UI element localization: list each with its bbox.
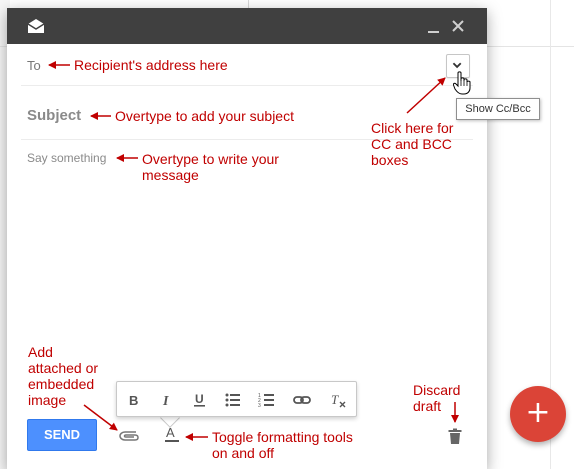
svg-text:A: A [166,425,175,440]
annotation-attach-line2: attached or [28,360,99,376]
annotation-attach-line3: embedded [28,376,95,392]
svg-text:I: I [162,394,169,408]
envelope-open-icon [28,19,44,33]
message-body-field[interactable]: Say something [27,151,106,165]
clear-formatting-icon[interactable]: T [330,392,348,408]
to-field[interactable]: To [27,58,41,73]
subject-field[interactable]: Subject [27,107,81,124]
annotation-toggle-line1: Toggle formatting tools [212,429,353,445]
link-icon[interactable] [293,392,311,408]
annotation-message-line2: message [142,167,199,183]
annotation-toggle-line2: on and off [212,445,275,461]
annotation-message-line1: Overtype to write your [142,151,279,167]
annotation-subject: Overtype to add your subject [115,108,294,124]
text-format-icon[interactable]: A [164,425,180,443]
bold-icon[interactable]: B [125,392,143,408]
annotation-ccbcc-line2: CC and BCC [371,136,452,152]
send-button[interactable]: SEND [27,419,97,451]
annotation-ccbcc-line1: Click here for [371,120,454,136]
svg-text:U: U [195,392,204,406]
minimize-icon[interactable] [427,20,441,34]
numbered-list-icon[interactable]: 1 2 3 [258,392,276,408]
svg-text:3: 3 [258,403,261,408]
annotation-attach-line1: Add [28,344,53,360]
hand-cursor-icon [453,71,471,95]
close-icon[interactable] [450,18,466,34]
svg-text:T: T [331,392,339,407]
cc-bcc-tooltip: Show Cc/Bcc [456,98,540,120]
italic-icon[interactable]: I [158,392,176,408]
paperclip-icon[interactable] [118,428,140,442]
annotation-ccbcc-line3: boxes [371,152,409,168]
plus-icon: + [525,395,551,430]
annotation-to: Recipient's address here [74,57,228,73]
background-divider [248,0,249,8]
annotation-discard-line1: Discard [413,382,461,398]
new-compose-fab[interactable]: + [510,386,566,442]
trash-icon[interactable] [447,428,463,444]
underline-icon[interactable]: U [191,392,209,408]
compose-header[interactable] [7,8,487,44]
divider [21,85,473,86]
annotation-discard-line2: draft [413,398,442,414]
annotation-attach-line4: image [28,392,67,408]
bulleted-list-icon[interactable] [224,392,242,408]
svg-text:B: B [129,393,138,408]
